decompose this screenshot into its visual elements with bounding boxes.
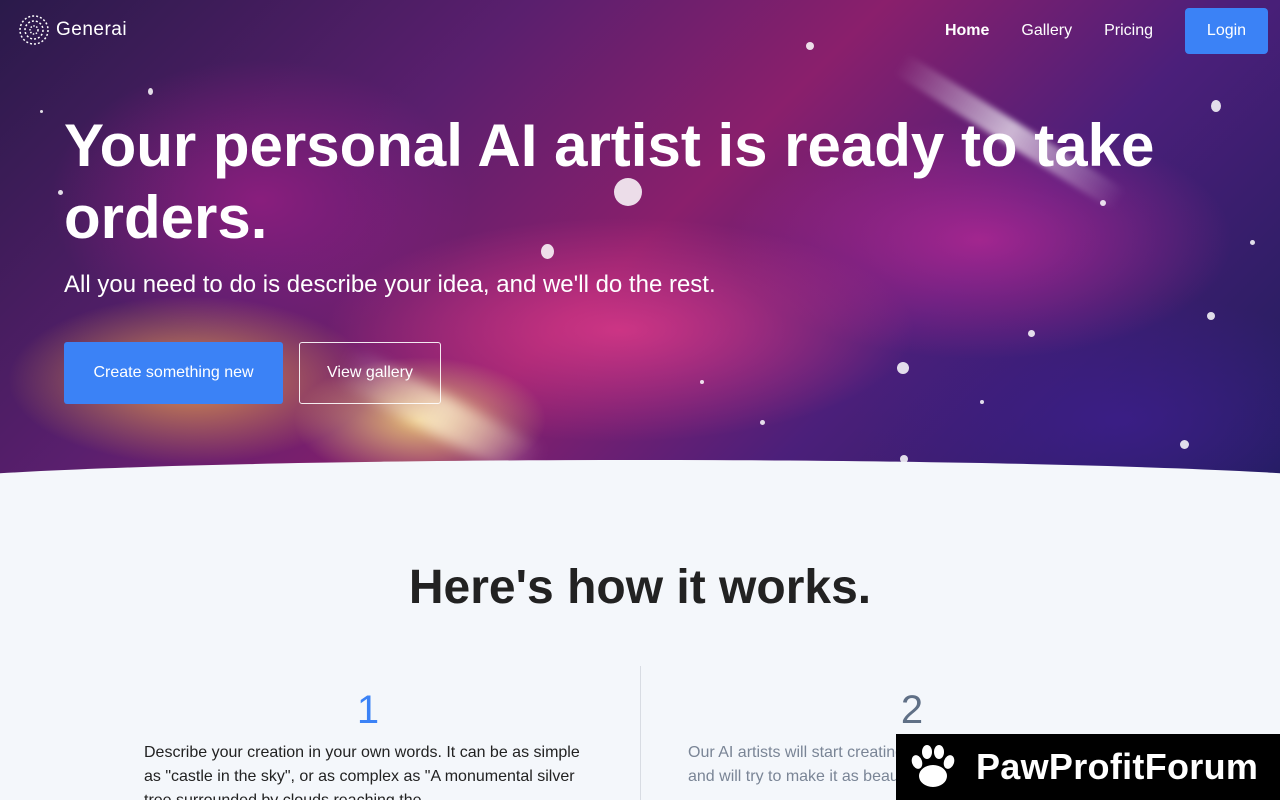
star (1207, 312, 1215, 320)
paw-icon (911, 745, 955, 787)
how-it-works-title: Here's how it works. (408, 561, 872, 614)
brand-name: Generai (56, 19, 128, 40)
brand-logo[interactable]: Generai (18, 14, 127, 46)
star (980, 400, 984, 404)
star (40, 110, 43, 113)
hero-section: Generai Home Gallery Pricing Login Your … (0, 0, 1280, 495)
star (1180, 440, 1189, 449)
logo-icon (19, 15, 49, 45)
step-number: 1 (356, 688, 380, 732)
star (897, 362, 909, 374)
top-nav: Home Gallery Pricing Login (945, 8, 1268, 54)
star (700, 380, 704, 384)
star (806, 42, 814, 50)
watermark-text: PawProfitForum (976, 746, 1259, 787)
star (1028, 330, 1035, 337)
watermark-banner: PawProfitForum (896, 734, 1280, 800)
star (1250, 240, 1255, 245)
create-something-new-button[interactable]: Create something new (64, 342, 283, 404)
hero-bottom-curve (0, 460, 1280, 495)
star (760, 420, 765, 425)
star (148, 88, 153, 95)
nav-gallery[interactable]: Gallery (1021, 22, 1072, 40)
star (58, 190, 63, 195)
step-number: 2 (900, 688, 924, 732)
nav-pricing[interactable]: Pricing (1104, 22, 1153, 40)
step-description: Describe your creation in your own words… (144, 744, 580, 800)
hero-title: Your personal AI artist is ready to take… (64, 112, 1155, 251)
nav-home[interactable]: Home (945, 22, 989, 40)
view-gallery-button[interactable]: View gallery (299, 342, 441, 404)
login-button[interactable]: Login (1185, 8, 1268, 54)
hero-subtitle: All you need to do is describe your idea… (64, 271, 716, 298)
steps-divider (640, 666, 641, 800)
